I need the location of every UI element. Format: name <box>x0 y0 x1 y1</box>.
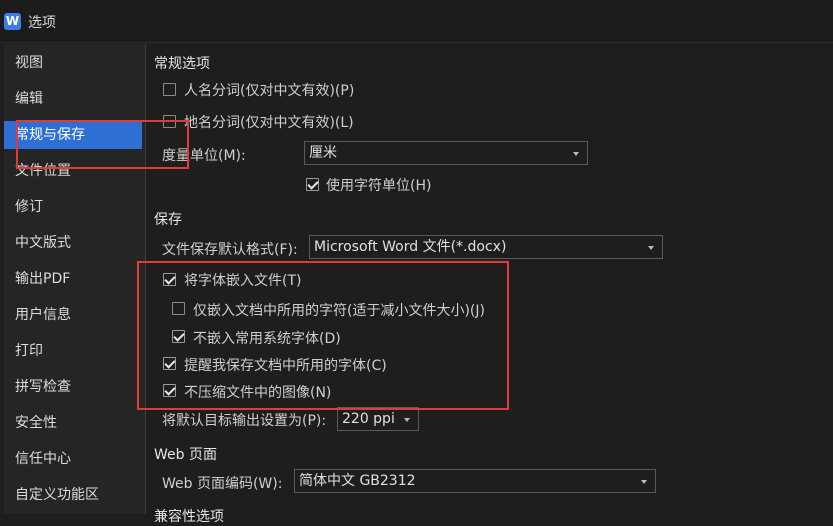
no-compress-images-checkbox[interactable] <box>163 384 176 397</box>
web-encoding-select[interactable]: 简体中文 GB2312 <box>294 469 656 493</box>
options-sidebar: 视图 编辑 常规与保存 文件位置 修订 中文版式 输出PDF 用户信息 打印 拼… <box>4 44 146 514</box>
general-section-title: 常规选项 <box>154 56 210 72</box>
chevron-down-icon <box>573 152 579 156</box>
sidebar-item-file-locations[interactable]: 文件位置 <box>4 157 142 185</box>
sidebar-item-spell-check[interactable]: 拼写检查 <box>4 373 142 401</box>
remind-fonts-checkbox[interactable] <box>163 357 176 370</box>
default-format-select-value: Microsoft Word 文件(*.docx) <box>314 239 507 255</box>
title-bar: W 选项 <box>0 0 833 43</box>
target-output-label: 将默认目标输出设置为(P): <box>162 413 327 429</box>
sidebar-item-trust-center[interactable]: 信任中心 <box>4 445 142 473</box>
sidebar-item-general-save[interactable]: 常规与保存 <box>4 121 142 149</box>
sidebar-item-security[interactable]: 安全性 <box>4 409 142 437</box>
embed-used-only-label[interactable]: 仅嵌入文档中所用的字符(适于减小文件大小)(J) <box>193 300 485 320</box>
char-unit-checkbox[interactable] <box>306 178 319 191</box>
sidebar-item-user-info[interactable]: 用户信息 <box>4 301 142 329</box>
wps-writer-logo-icon: W <box>4 13 21 30</box>
no-compress-images-label[interactable]: 不压缩文件中的图像(N) <box>184 382 331 402</box>
sidebar-item-print[interactable]: 打印 <box>4 337 142 365</box>
embed-fonts-checkbox[interactable] <box>163 273 176 286</box>
sidebar-item-customize-ribbon[interactable]: 自定义功能区 <box>4 481 142 509</box>
options-content: 常规选项 人名分词(仅对中文有效)(P) 地名分词(仅对中文有效)(L) 度量单… <box>146 44 833 525</box>
sidebar-item-revisions[interactable]: 修订 <box>4 193 142 221</box>
web-encoding-label: Web 页面编码(W): <box>162 476 283 492</box>
no-system-fonts-checkbox[interactable] <box>172 330 185 343</box>
place-name-seg-label[interactable]: 地名分词(仅对中文有效)(L) <box>184 112 354 132</box>
sidebar-item-export-pdf[interactable]: 输出PDF <box>4 265 142 293</box>
save-section-title: 保存 <box>154 212 182 228</box>
embed-fonts-label[interactable]: 将字体嵌入文件(T) <box>184 270 301 290</box>
default-format-select[interactable]: Microsoft Word 文件(*.docx) <box>309 235 663 259</box>
no-system-fonts-label[interactable]: 不嵌入常用系统字体(D) <box>193 328 341 348</box>
web-section-title: Web 页面 <box>154 447 217 463</box>
sidebar-item-view[interactable]: 视图 <box>4 49 142 77</box>
person-name-seg-label[interactable]: 人名分词(仅对中文有效)(P) <box>184 80 354 100</box>
remind-fonts-label[interactable]: 提醒我保存文档中所用的字体(C) <box>184 355 387 375</box>
target-output-select[interactable]: 220 ppi <box>337 407 419 431</box>
embed-used-only-checkbox[interactable] <box>172 302 185 315</box>
sidebar-item-chinese-layout[interactable]: 中文版式 <box>4 229 142 257</box>
person-name-seg-checkbox[interactable] <box>163 83 176 96</box>
web-encoding-select-value: 简体中文 GB2312 <box>299 473 416 489</box>
unit-select-value: 厘米 <box>309 145 337 161</box>
compat-section-title: 兼容性选项 <box>154 509 224 525</box>
target-output-select-value: 220 ppi <box>342 411 395 427</box>
sidebar-item-edit[interactable]: 编辑 <box>4 85 142 113</box>
default-format-label: 文件保存默认格式(F): <box>162 242 298 258</box>
unit-label: 度量单位(M): <box>162 148 246 164</box>
chevron-down-icon <box>404 418 410 422</box>
char-unit-label[interactable]: 使用字符单位(H) <box>326 175 431 195</box>
chevron-down-icon <box>641 480 647 484</box>
unit-select[interactable]: 厘米 <box>304 141 588 165</box>
place-name-seg-checkbox[interactable] <box>163 115 176 128</box>
chevron-down-icon <box>648 246 654 250</box>
window-title: 选项 <box>28 15 56 31</box>
